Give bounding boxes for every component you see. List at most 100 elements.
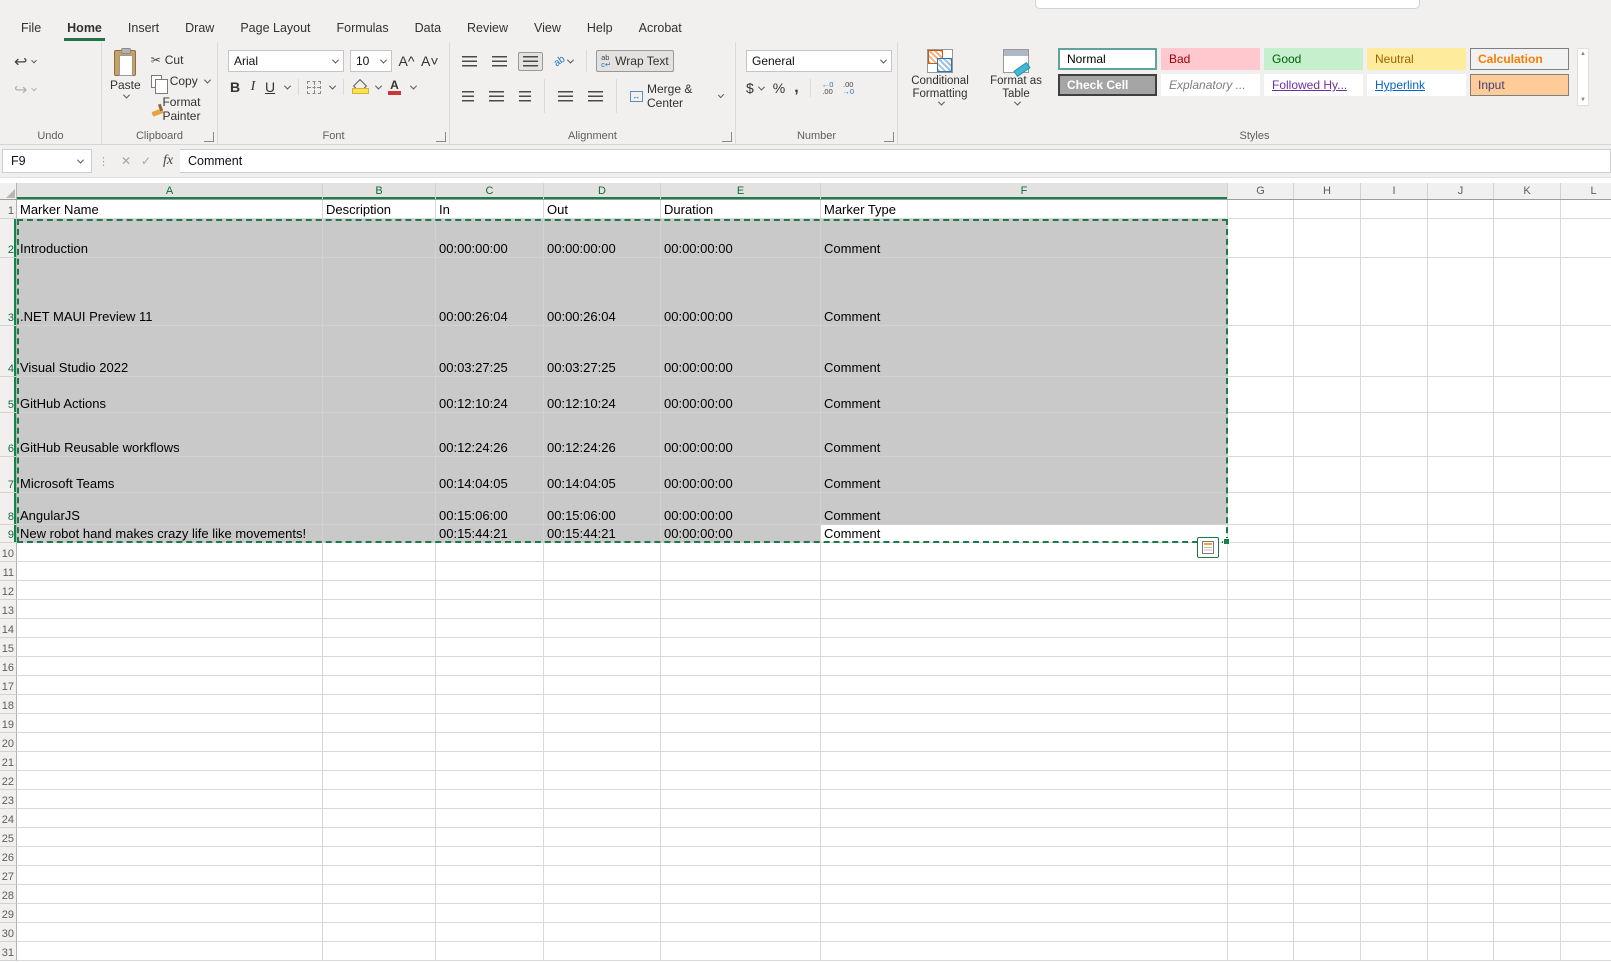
cell-K12[interactable] (1494, 581, 1561, 600)
cell-A25[interactable] (17, 828, 323, 847)
cell-D26[interactable] (544, 847, 661, 866)
cell-E11[interactable] (661, 562, 821, 581)
cell-K11[interactable] (1494, 562, 1561, 581)
fill-color-button[interactable] (352, 80, 367, 94)
fill-color-chevron-icon[interactable] (375, 82, 382, 89)
cell-E1[interactable]: Duration (661, 200, 821, 219)
cell-I14[interactable] (1361, 619, 1428, 638)
cell-E31[interactable] (661, 942, 821, 961)
cell-I27[interactable] (1361, 866, 1428, 885)
cell-A10[interactable] (17, 543, 323, 562)
cell-D23[interactable] (544, 790, 661, 809)
cell-I19[interactable] (1361, 714, 1428, 733)
cell-H9[interactable] (1294, 525, 1361, 543)
italic-button[interactable]: I (248, 79, 258, 95)
cell-B15[interactable] (323, 638, 436, 657)
cell-K4[interactable] (1494, 326, 1561, 377)
cell-G22[interactable] (1228, 771, 1294, 790)
row-header-5[interactable]: 5 (0, 377, 17, 413)
cell-H20[interactable] (1294, 733, 1361, 752)
row-header-25[interactable]: 25 (0, 828, 17, 847)
cell-D8[interactable]: 00:15:06:00 (544, 493, 661, 525)
cell-A28[interactable] (17, 885, 323, 904)
cell-J3[interactable] (1428, 258, 1494, 326)
cell-K15[interactable] (1494, 638, 1561, 657)
cell-D4[interactable]: 00:03:27:25 (544, 326, 661, 377)
cell-K9[interactable] (1494, 525, 1561, 543)
cell-F29[interactable] (821, 904, 1228, 923)
cell-K26[interactable] (1494, 847, 1561, 866)
cell-K25[interactable] (1494, 828, 1561, 847)
cell-C12[interactable] (436, 581, 544, 600)
cell-K16[interactable] (1494, 657, 1561, 676)
cell-H17[interactable] (1294, 676, 1361, 695)
currency-chevron-icon[interactable] (758, 83, 765, 90)
cell-L21[interactable] (1561, 752, 1611, 771)
row-header-15[interactable]: 15 (0, 638, 17, 657)
name-box-chevron-icon[interactable] (77, 156, 84, 163)
cell-F7[interactable]: Comment (821, 457, 1228, 493)
row-header-14[interactable]: 14 (0, 619, 17, 638)
cell-I8[interactable] (1361, 493, 1428, 525)
cell-F31[interactable] (821, 942, 1228, 961)
cell-L10[interactable] (1561, 543, 1611, 562)
cell-K21[interactable] (1494, 752, 1561, 771)
cell-E9[interactable]: 00:00:00:00 (661, 525, 821, 543)
number-dialog-launcher-icon[interactable] (884, 132, 894, 142)
orientation-chevron-icon[interactable] (567, 56, 574, 63)
increase-indent-button[interactable] (584, 88, 607, 105)
cell-H11[interactable] (1294, 562, 1361, 581)
cell-E18[interactable] (661, 695, 821, 714)
cell-L20[interactable] (1561, 733, 1611, 752)
cell-H26[interactable] (1294, 847, 1361, 866)
cell-I15[interactable] (1361, 638, 1428, 657)
cell-H12[interactable] (1294, 581, 1361, 600)
cell-G9[interactable] (1228, 525, 1294, 543)
style-chip-good[interactable]: Good (1264, 48, 1363, 70)
tab-acrobat[interactable]: Acrobat (628, 17, 693, 41)
cell-J30[interactable] (1428, 923, 1494, 942)
cell-F14[interactable] (821, 619, 1228, 638)
cell-J9[interactable] (1428, 525, 1494, 543)
cell-I4[interactable] (1361, 326, 1428, 377)
copy-chevron-icon[interactable] (204, 76, 211, 83)
cell-F24[interactable] (821, 809, 1228, 828)
cell-B21[interactable] (323, 752, 436, 771)
cell-B18[interactable] (323, 695, 436, 714)
cell-G19[interactable] (1228, 714, 1294, 733)
cell-F22[interactable] (821, 771, 1228, 790)
cell-C10[interactable] (436, 543, 544, 562)
cell-H23[interactable] (1294, 790, 1361, 809)
cell-F6[interactable]: Comment (821, 413, 1228, 457)
style-chip-hyperlink[interactable]: Hyperlink (1367, 74, 1466, 96)
decrease-decimal-button[interactable]: .00→0 (842, 81, 854, 95)
row-header-19[interactable]: 19 (0, 714, 17, 733)
cell-I26[interactable] (1361, 847, 1428, 866)
cell-H15[interactable] (1294, 638, 1361, 657)
cell-J13[interactable] (1428, 600, 1494, 619)
cell-K28[interactable] (1494, 885, 1561, 904)
cell-G7[interactable] (1228, 457, 1294, 493)
column-header-A[interactable]: A (17, 183, 323, 199)
cell-G11[interactable] (1228, 562, 1294, 581)
undo-button[interactable]: ↩ (14, 52, 87, 72)
cell-H25[interactable] (1294, 828, 1361, 847)
cell-I9[interactable] (1361, 525, 1428, 543)
cell-C3[interactable]: 00:00:26:04 (436, 258, 544, 326)
tab-draw[interactable]: Draw (174, 17, 225, 41)
cell-L29[interactable] (1561, 904, 1611, 923)
gallery-up-icon[interactable]: ▲ (1580, 51, 1586, 57)
cell-F23[interactable] (821, 790, 1228, 809)
cell-D1[interactable]: Out (544, 200, 661, 219)
cell-D2[interactable]: 00:00:00:00 (544, 219, 661, 258)
cell-F27[interactable] (821, 866, 1228, 885)
cell-E12[interactable] (661, 581, 821, 600)
cell-G23[interactable] (1228, 790, 1294, 809)
cell-K27[interactable] (1494, 866, 1561, 885)
column-header-E[interactable]: E (661, 183, 821, 199)
cell-J20[interactable] (1428, 733, 1494, 752)
cell-L13[interactable] (1561, 600, 1611, 619)
cell-F30[interactable] (821, 923, 1228, 942)
cell-F25[interactable] (821, 828, 1228, 847)
tab-insert[interactable]: Insert (117, 17, 170, 41)
